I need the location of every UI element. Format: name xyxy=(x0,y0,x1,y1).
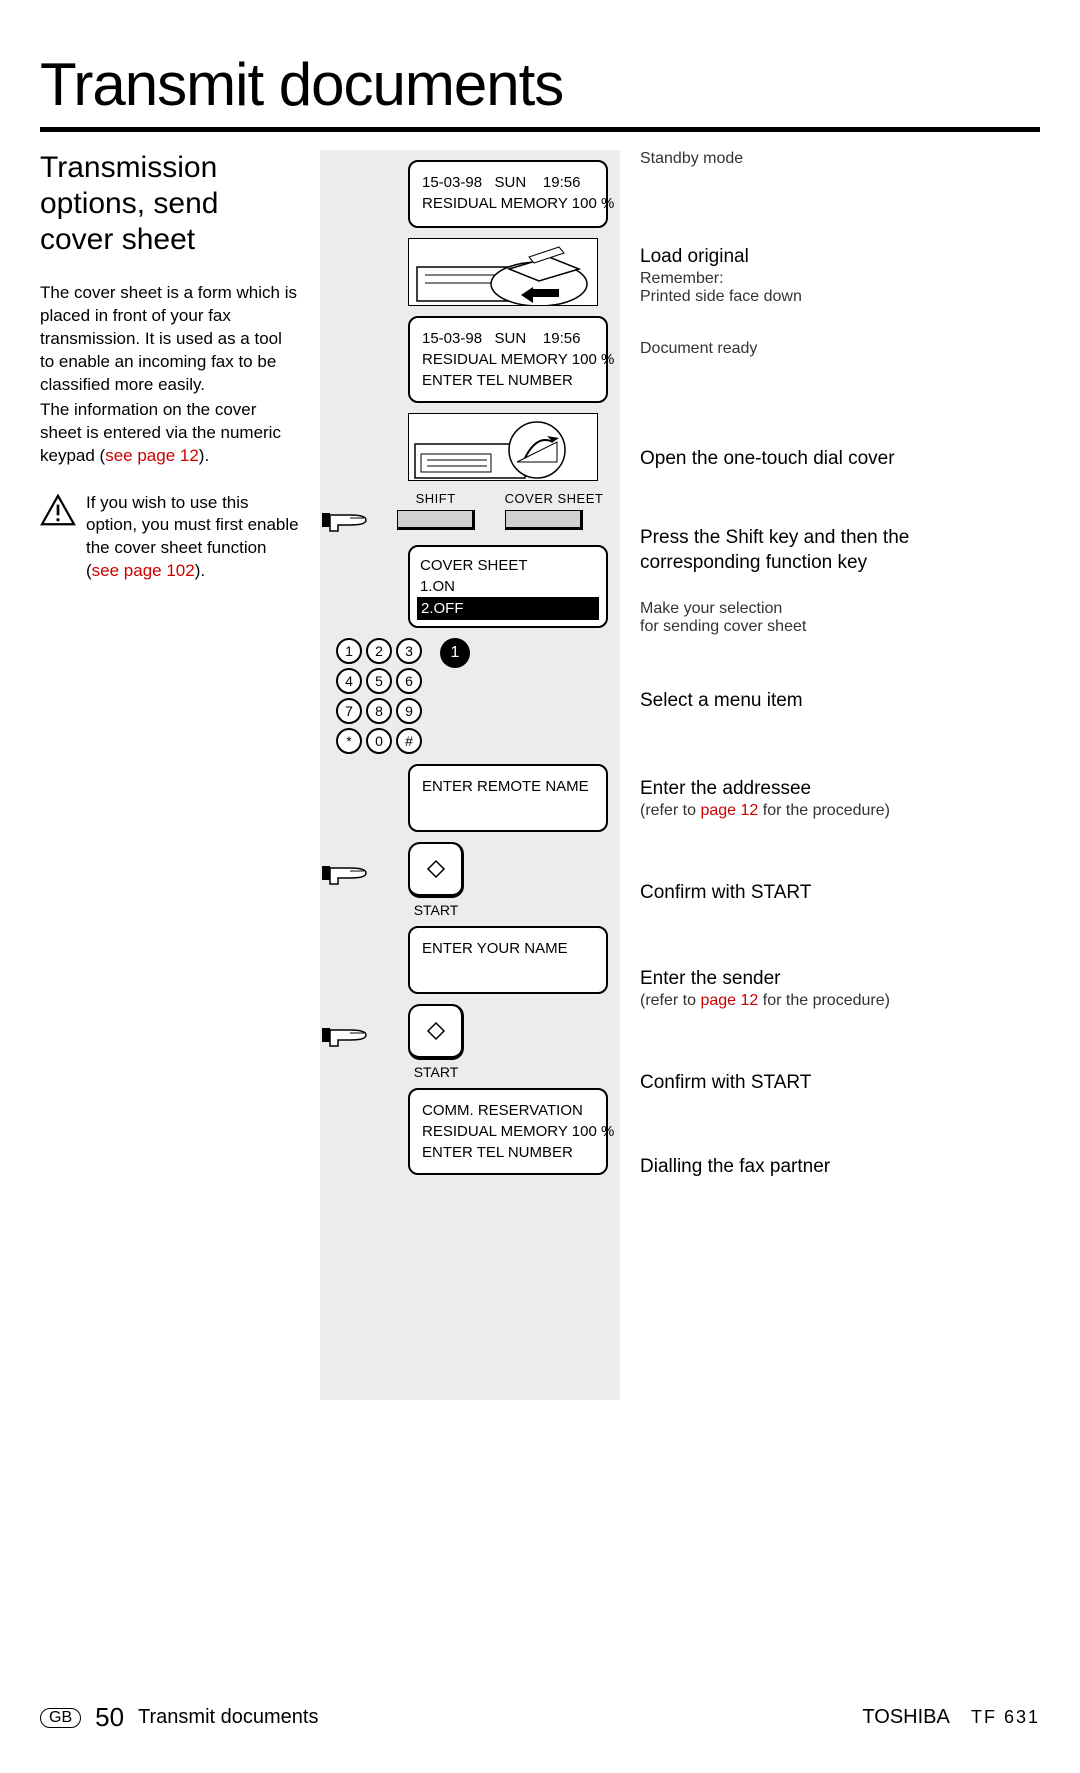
keypad-key[interactable]: # xyxy=(396,728,422,754)
illustration-load-original xyxy=(408,238,598,306)
step-heading: Select a menu item xyxy=(640,690,1000,712)
procedure-column: 15-03-98 SUN 19:56 RESIDUAL MEMORY 100 % xyxy=(320,150,620,1400)
lcd-line: ENTER YOUR NAME xyxy=(422,938,594,959)
section-subtitle: Transmission options, send cover sheet xyxy=(40,150,300,258)
step-heading: Press the Shift key and then the corresp… xyxy=(640,526,1000,575)
keypad-key[interactable]: 4 xyxy=(336,668,362,694)
keypad-key[interactable]: 3 xyxy=(396,638,422,664)
start-label: START xyxy=(408,1064,464,1080)
step-text: (refer to xyxy=(640,802,700,819)
lcd-display: ENTER REMOTE NAME xyxy=(408,764,608,832)
start-button[interactable] xyxy=(408,842,464,898)
lcd-line: RESIDUAL MEMORY 100 % xyxy=(422,349,594,370)
step-text: Document ready xyxy=(640,340,1000,358)
language-badge: GB xyxy=(40,1708,81,1728)
step-text: Remember: xyxy=(640,270,1000,288)
body-paragraph: The information on the cover sheet is en… xyxy=(40,399,300,468)
pointing-hand-icon xyxy=(320,1020,370,1050)
lcd-line: ENTER TEL NUMBER xyxy=(422,370,594,391)
brand-name: TOSHIBA xyxy=(862,1706,948,1728)
step-text: for the procedure) xyxy=(758,802,890,819)
key-label: COVER SHEET xyxy=(505,491,604,506)
keypad-key[interactable]: 2 xyxy=(366,638,392,664)
step-text: Printed side face down xyxy=(640,288,1000,306)
model-name: TF 631 xyxy=(971,1707,1040,1727)
step-text: (refer to xyxy=(640,992,700,1009)
key-button[interactable] xyxy=(397,510,475,530)
step-heading: Dialling the fax partner xyxy=(640,1156,1000,1178)
pointing-hand-icon xyxy=(320,505,370,535)
page-number: 50 xyxy=(95,1702,124,1733)
page-footer: GB 50 Transmit documents TOSHIBA TF 631 xyxy=(40,1702,1040,1733)
left-column: Transmission options, send cover sheet T… xyxy=(40,150,320,583)
step-text: for sending cover sheet xyxy=(640,618,1000,636)
cover-sheet-key[interactable]: COVER SHEET xyxy=(505,491,604,530)
keypad-key[interactable]: 1 xyxy=(336,638,362,664)
shift-key[interactable]: SHIFT xyxy=(397,491,475,530)
lcd-line: 15-03-98 SUN 19:56 xyxy=(422,172,594,193)
divider xyxy=(40,127,1040,132)
step-heading: Confirm with START xyxy=(640,1072,1000,1094)
lcd-line: 15-03-98 SUN 19:56 xyxy=(422,328,594,349)
step-text: Make your selection xyxy=(640,600,1000,618)
step-heading: Confirm with START xyxy=(640,882,1000,904)
step-text: for the procedure) xyxy=(758,992,890,1009)
diamond-icon xyxy=(426,1021,446,1041)
pointing-hand-icon xyxy=(320,858,370,888)
footer-section: Transmit documents xyxy=(138,1706,318,1729)
lcd-line: ENTER REMOTE NAME xyxy=(422,776,594,797)
body-text: ). xyxy=(199,446,209,465)
keypad-key[interactable]: * xyxy=(336,728,362,754)
keypad-key[interactable]: 7 xyxy=(336,698,362,724)
lcd-line: 1.ON xyxy=(420,576,596,597)
warning-icon xyxy=(40,494,76,526)
diamond-icon xyxy=(426,859,446,879)
keypad-key[interactable]: 9 xyxy=(396,698,422,724)
warning-note: If you wish to use this option, you must… xyxy=(40,492,300,584)
keypad-key[interactable]: 8 xyxy=(366,698,392,724)
lcd-display: 15-03-98 SUN 19:56 RESIDUAL MEMORY 100 %… xyxy=(408,316,608,403)
step-heading: Enter the sender xyxy=(640,968,1000,990)
lcd-display: COMM. RESERVATION RESIDUAL MEMORY 100 % … xyxy=(408,1088,608,1175)
key-label: SHIFT xyxy=(397,491,475,506)
page-reference-link[interactable]: page 12 xyxy=(700,802,758,819)
key-button[interactable] xyxy=(505,510,583,530)
lcd-display: 15-03-98 SUN 19:56 RESIDUAL MEMORY 100 % xyxy=(408,160,608,228)
step-heading: Enter the addressee xyxy=(640,778,1000,800)
page-reference-link[interactable]: page 12 xyxy=(700,992,758,1009)
lcd-line-selected: 2.OFF xyxy=(417,597,599,620)
step-text: Standby mode xyxy=(640,150,1000,168)
keypad-key[interactable]: 0 xyxy=(366,728,392,754)
keypad-selected-key[interactable]: 1 xyxy=(440,638,470,668)
start-label: START xyxy=(408,902,464,918)
lcd-line: ENTER TEL NUMBER xyxy=(422,1142,594,1163)
numeric-keypad[interactable]: 1 2 3 4 5 6 7 8 9 * 0 # xyxy=(336,638,422,754)
page-reference-link[interactable]: see page 12 xyxy=(105,446,199,465)
page-title: Transmit documents xyxy=(40,50,1040,119)
note-text: ). xyxy=(195,561,205,580)
lcd-display: COVER SHEET 1.ON 2.OFF xyxy=(408,545,608,628)
body-paragraph: The cover sheet is a form which is place… xyxy=(40,282,300,397)
keypad-key[interactable]: 6 xyxy=(396,668,422,694)
illustration-open-cover xyxy=(408,413,598,481)
lcd-line: RESIDUAL MEMORY 100 % xyxy=(422,193,594,214)
right-column: Standby mode Load original Remember: Pri… xyxy=(620,150,1000,1236)
start-button[interactable] xyxy=(408,1004,464,1060)
step-heading: Load original xyxy=(640,246,1000,268)
keypad-key[interactable]: 5 xyxy=(366,668,392,694)
step-heading: Open the one-touch dial cover xyxy=(640,448,1000,470)
lcd-display: ENTER YOUR NAME xyxy=(408,926,608,994)
lcd-line: COMM. RESERVATION xyxy=(422,1100,594,1121)
lcd-line: RESIDUAL MEMORY 100 % xyxy=(422,1121,594,1142)
page-reference-link[interactable]: see page 102 xyxy=(92,561,195,580)
lcd-line: COVER SHEET xyxy=(420,555,596,576)
